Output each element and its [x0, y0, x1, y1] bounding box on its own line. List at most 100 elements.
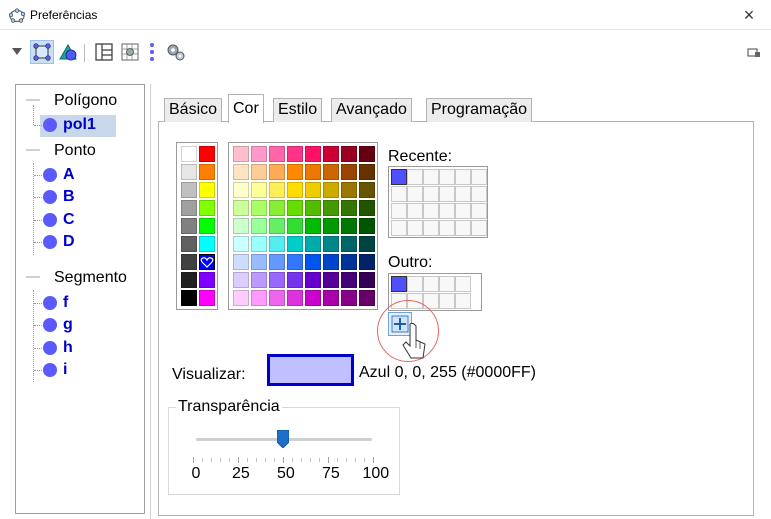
recent-color-cell[interactable] — [439, 186, 455, 202]
recent-color-cell[interactable] — [407, 276, 423, 292]
color-swatch[interactable] — [199, 164, 215, 180]
color-swatch[interactable] — [199, 290, 215, 306]
panel-divider[interactable] — [150, 84, 151, 519]
color-swatch[interactable] — [341, 290, 357, 306]
recent-color-cell[interactable] — [391, 220, 407, 236]
recent-color-cell[interactable] — [455, 220, 471, 236]
color-swatch[interactable] — [359, 218, 375, 234]
color-swatch[interactable] — [305, 164, 321, 180]
recent-color-cell[interactable] — [471, 220, 487, 236]
color-swatch[interactable] — [181, 236, 197, 252]
color-swatch[interactable] — [341, 218, 357, 234]
recent-color-cell[interactable] — [455, 276, 471, 292]
color-swatch[interactable] — [233, 290, 249, 306]
graphics-view-icon[interactable] — [56, 40, 80, 64]
color-swatch[interactable] — [287, 146, 303, 162]
recent-color-cell[interactable] — [439, 293, 455, 309]
color-swatch[interactable] — [359, 236, 375, 252]
color-swatch[interactable] — [359, 200, 375, 216]
color-swatch[interactable] — [341, 146, 357, 162]
color-swatch[interactable] — [305, 218, 321, 234]
color-swatch[interactable] — [305, 236, 321, 252]
recent-color-cell[interactable] — [407, 186, 423, 202]
recent-color-cell[interactable] — [407, 220, 423, 236]
tab-programacao[interactable]: Programação — [426, 98, 533, 122]
color-swatch[interactable] — [323, 164, 339, 180]
recent-color-cell[interactable] — [391, 186, 407, 202]
color-swatch[interactable] — [251, 164, 267, 180]
recent-color-cell[interactable] — [423, 276, 439, 292]
color-swatch[interactable] — [233, 272, 249, 288]
color-swatch[interactable] — [181, 218, 197, 234]
color-swatch[interactable] — [287, 236, 303, 252]
color-swatch[interactable] — [233, 200, 249, 216]
recent-color-cell[interactable] — [423, 169, 439, 185]
color-swatch[interactable] — [359, 290, 375, 306]
color-swatch[interactable] — [359, 164, 375, 180]
dropdown-triangle-icon[interactable] — [10, 40, 24, 64]
color-swatch[interactable] — [181, 182, 197, 198]
color-swatch[interactable] — [251, 200, 267, 216]
color-swatch[interactable] — [341, 236, 357, 252]
color-swatch[interactable] — [251, 236, 267, 252]
recent-color-cell[interactable] — [455, 293, 471, 309]
transparency-slider-thumb[interactable] — [277, 430, 289, 448]
color-swatch[interactable] — [181, 200, 197, 216]
color-swatch[interactable] — [198, 253, 216, 271]
color-swatch[interactable] — [305, 182, 321, 198]
color-swatch[interactable] — [359, 182, 375, 198]
recent-color-cell[interactable] — [391, 276, 407, 292]
color-swatch[interactable] — [233, 236, 249, 252]
color-swatch[interactable] — [251, 146, 267, 162]
color-swatch[interactable] — [251, 272, 267, 288]
recent-color-cell[interactable] — [423, 220, 439, 236]
color-swatch[interactable] — [305, 200, 321, 216]
color-swatch[interactable] — [251, 182, 267, 198]
recent-color-cell[interactable] — [439, 203, 455, 219]
grid-settings-icon[interactable] — [118, 40, 142, 64]
color-swatch[interactable] — [341, 272, 357, 288]
color-swatch[interactable] — [181, 272, 197, 288]
color-swatch[interactable] — [269, 146, 285, 162]
recent-color-cell[interactable] — [455, 169, 471, 185]
color-swatch[interactable] — [287, 218, 303, 234]
collapse-icon[interactable] — [26, 149, 40, 151]
color-swatch[interactable] — [251, 218, 267, 234]
tab-estilo[interactable]: Estilo — [273, 98, 323, 122]
color-swatch[interactable] — [269, 254, 285, 270]
color-swatch[interactable] — [341, 182, 357, 198]
color-swatch[interactable] — [233, 218, 249, 234]
tab-cor[interactable]: Cor — [228, 94, 264, 123]
color-swatch[interactable] — [287, 200, 303, 216]
color-swatch[interactable] — [199, 182, 215, 198]
color-swatch[interactable] — [287, 254, 303, 270]
color-swatch[interactable] — [233, 164, 249, 180]
color-swatch[interactable] — [269, 164, 285, 180]
color-swatch[interactable] — [323, 236, 339, 252]
color-swatch[interactable] — [199, 236, 215, 252]
restore-window-icon[interactable] — [744, 40, 764, 64]
color-swatch[interactable] — [341, 200, 357, 216]
tab-basico[interactable]: Básico — [164, 98, 223, 122]
color-swatch[interactable] — [199, 272, 215, 288]
color-swatch[interactable] — [287, 164, 303, 180]
color-swatch[interactable] — [269, 218, 285, 234]
color-swatch[interactable] — [305, 254, 321, 270]
recent-color-cell[interactable] — [455, 203, 471, 219]
close-button[interactable]: × — [727, 0, 771, 30]
color-swatch[interactable] — [233, 254, 249, 270]
recent-color-cell[interactable] — [407, 203, 423, 219]
color-swatch[interactable] — [233, 182, 249, 198]
color-swatch[interactable] — [251, 254, 267, 270]
color-swatch[interactable] — [181, 254, 197, 270]
color-swatch[interactable] — [269, 182, 285, 198]
color-swatch[interactable] — [323, 218, 339, 234]
color-swatch[interactable] — [269, 200, 285, 216]
recent-color-cell[interactable] — [471, 186, 487, 202]
color-swatch[interactable] — [323, 146, 339, 162]
color-swatch[interactable] — [323, 182, 339, 198]
color-swatch[interactable] — [359, 272, 375, 288]
color-swatch[interactable] — [233, 146, 249, 162]
gear-settings-icon[interactable] — [164, 40, 188, 64]
polygon-settings-icon[interactable] — [30, 40, 54, 64]
